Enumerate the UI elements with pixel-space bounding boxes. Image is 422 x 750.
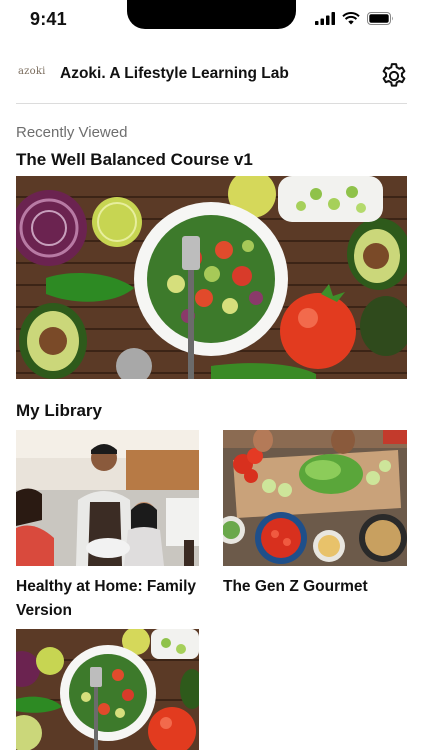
status-bar: 9:41: [0, 0, 422, 42]
device-notch: [127, 0, 296, 29]
recently-viewed-label: Recently Viewed: [16, 124, 128, 141]
recent-course-title[interactable]: The Well Balanced Course v1: [16, 150, 253, 170]
wifi-icon: [342, 12, 360, 25]
library-card-family[interactable]: Healthy at Home: Family Version: [16, 430, 199, 623]
library-card-thumbnail[interactable]: [16, 430, 199, 566]
library-card-well-balanced[interactable]: [16, 629, 199, 750]
brand-logo: azoki: [18, 66, 46, 77]
app-title: Azoki. A Lifestyle Learning Lab: [60, 65, 289, 82]
gear-icon[interactable]: [379, 61, 409, 91]
status-time: 9:41: [30, 9, 67, 29]
battery-icon: [367, 12, 393, 25]
app-header: azoki Azoki. A Lifestyle Learning Lab: [16, 52, 407, 104]
library-card-gen-z[interactable]: The Gen Z Gourmet: [223, 430, 407, 599]
recent-course-thumbnail[interactable]: [16, 176, 407, 379]
signal-icon: [315, 12, 335, 25]
library-card-thumbnail[interactable]: [223, 430, 407, 566]
library-card-title[interactable]: Healthy at Home: Family Version: [16, 575, 199, 623]
status-icons: [315, 12, 394, 25]
library-card-thumbnail[interactable]: [16, 629, 199, 750]
library-card-title[interactable]: The Gen Z Gourmet: [223, 575, 407, 599]
my-library-title: My Library: [16, 401, 102, 420]
